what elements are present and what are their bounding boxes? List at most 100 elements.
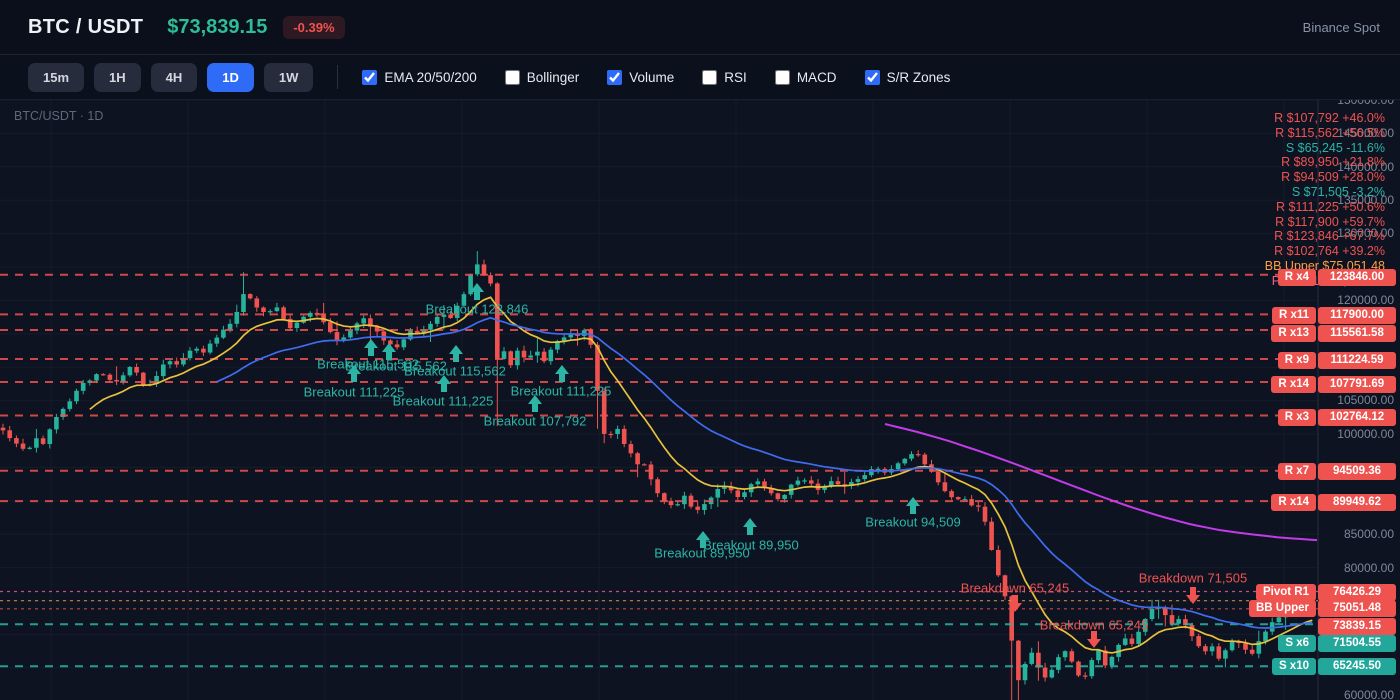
level-pill-value: 94509.36: [1318, 463, 1396, 480]
price-level-pill: Pivot R176426.29: [1256, 584, 1396, 601]
timeframe-button-1d[interactable]: 1D: [207, 63, 254, 92]
chart-area[interactable]: BTC/USDT · 1D 150000.00145000.00140000.0…: [0, 100, 1400, 700]
level-pill-tag: R x14: [1271, 494, 1316, 511]
price-axis-label: 85000.00: [1344, 527, 1394, 541]
price-level-pill: S x671504.55: [1278, 635, 1396, 652]
indicator-toggle-ema-20-50-200[interactable]: EMA 20/50/200: [362, 70, 476, 85]
trading-app: BTC / USDT $73,839.15 -0.39% Binance Spo…: [0, 0, 1400, 700]
price-level-pill: R x794509.36: [1278, 463, 1396, 480]
price-level-pill: R x4123846.00: [1278, 269, 1396, 286]
indicator-toggle-macd[interactable]: MACD: [775, 70, 837, 85]
timeframe-group: 15m 1H 4H 1D 1W: [28, 63, 313, 92]
level-pill-value: 111224.59: [1318, 352, 1396, 369]
indicator-checkbox-s-r-zones[interactable]: [865, 70, 880, 85]
price-level-pill: R x3102764.12: [1278, 409, 1396, 426]
breakdown-arrow-icon: [1087, 631, 1101, 648]
level-pill-tag: R x13: [1271, 325, 1316, 342]
indicator-toggle-rsi[interactable]: RSI: [702, 70, 747, 85]
timeframe-button-1h[interactable]: 1H: [94, 63, 141, 92]
indicator-label: EMA 20/50/200: [384, 70, 476, 85]
indicator-checkbox-rsi[interactable]: [702, 70, 717, 85]
price-level-pill: R x9111224.59: [1278, 352, 1396, 369]
level-pill-tag: S x10: [1272, 658, 1316, 675]
breakout-label: Breakout 111,225: [304, 385, 405, 400]
sr-legend-item: R $94,509 +28.0%: [1265, 170, 1385, 185]
change-badge: -0.39%: [283, 16, 344, 39]
timeframe-button-15m[interactable]: 15m: [28, 63, 84, 92]
indicator-toggle-volume[interactable]: Volume: [607, 70, 674, 85]
breakdown-label: Breakdown 71,505: [1139, 571, 1247, 586]
breakout-arrow-icon: [743, 518, 757, 535]
indicator-label: RSI: [724, 70, 747, 85]
breakout-label: Breakout 94,509: [865, 515, 960, 530]
breakout-label: Breakout 123,846: [426, 302, 529, 317]
breakout-arrow-icon: [364, 339, 378, 356]
price-level-pill: BB Upper75051.48: [1249, 600, 1396, 617]
exchange-label: Binance Spot: [1303, 20, 1380, 35]
price-level-pill: R x13115561.58: [1271, 325, 1396, 342]
level-pill-tag: BB Upper: [1249, 600, 1316, 617]
price-level-pill: R x14107791.69: [1271, 376, 1396, 393]
level-pill-value: 75051.48: [1318, 600, 1396, 617]
indicator-label: S/R Zones: [887, 70, 951, 85]
header: BTC / USDT $73,839.15 -0.39% Binance Spo…: [0, 0, 1400, 55]
sr-legend-item: R $117,900 +59.7%: [1265, 215, 1385, 230]
level-pill-tag: R x14: [1271, 376, 1316, 393]
indicator-checkbox-macd[interactable]: [775, 70, 790, 85]
breakout-label: Breakout 107,792: [484, 414, 587, 429]
price-level-pill: 73839.15: [1318, 618, 1396, 635]
sr-legend-item: S $71,505 -3.2%: [1265, 185, 1385, 200]
sr-legend-item: R $107,792 +46.0%: [1265, 111, 1385, 126]
level-pill-value: 89949.62: [1318, 494, 1396, 511]
sr-legend-item: R $89,950 +21.8%: [1265, 155, 1385, 170]
breakout-label: Breakout 115,562: [404, 364, 506, 379]
level-pill-tag: R x7: [1278, 463, 1316, 480]
price-axis-label: 60000.00: [1344, 688, 1394, 700]
level-pill-value: 115561.58: [1318, 325, 1396, 342]
sr-legend-item: R $123,846 +67.7%: [1265, 229, 1385, 244]
level-pill-value: 76426.29: [1318, 584, 1396, 601]
last-price: $73,839.15: [167, 16, 267, 39]
level-pill-value: 107791.69: [1318, 376, 1396, 393]
toolbar-divider: [337, 65, 338, 89]
indicator-toggle-s-r-zones[interactable]: S/R Zones: [865, 70, 951, 85]
breakout-label: Breakout 89,950: [654, 546, 749, 561]
breakout-arrow-icon: [906, 497, 920, 514]
level-pill-value: 65245.50: [1318, 658, 1396, 675]
level-pill-tag: R x11: [1272, 307, 1316, 324]
price-axis-label: 100000.00: [1337, 427, 1394, 441]
breakdown-label: Breakdown 65,245: [961, 581, 1069, 596]
indicator-group: EMA 20/50/200 Bollinger Volume RSI MACD S/R Z…: [362, 70, 978, 85]
chart-watermark: BTC/USDT · 1D: [14, 109, 103, 123]
price-axis-label: 150000.00: [1337, 100, 1394, 107]
sr-legend-item: R $115,562 +56.5%: [1265, 126, 1385, 141]
price-axis-label: 80000.00: [1344, 561, 1394, 575]
sr-legend-item: R $102,764 +39.2%: [1265, 244, 1385, 259]
level-pill-value: 73839.15: [1318, 618, 1396, 635]
indicator-checkbox-bollinger[interactable]: [505, 70, 520, 85]
timeframe-button-1w[interactable]: 1W: [264, 63, 314, 92]
level-pill-tag: R x3: [1278, 409, 1316, 426]
indicator-checkbox-volume[interactable]: [607, 70, 622, 85]
level-pill-tag: Pivot R1: [1256, 584, 1316, 601]
level-pill-value: 102764.12: [1318, 409, 1396, 426]
breakout-label: Breakout 111,225: [393, 394, 494, 409]
breakdown-label: Breakdown 65,245: [1040, 618, 1148, 633]
price-axis-label: 105000.00: [1337, 393, 1394, 407]
price-chart-svg[interactable]: [0, 100, 1400, 700]
sr-legend-item: S $65,245 -11.6%: [1265, 141, 1385, 156]
breakout-label: Breakout 111,225: [511, 384, 612, 399]
level-pill-value: 71504.55: [1318, 635, 1396, 652]
level-pill-tag: S x6: [1278, 635, 1316, 652]
level-pill-value: 117900.00: [1318, 307, 1396, 324]
level-pill-value: 123846.00: [1318, 269, 1396, 286]
sr-legend-item: R $111,225 +50.6%: [1265, 200, 1385, 215]
indicator-toggle-bollinger[interactable]: Bollinger: [505, 70, 580, 85]
indicator-checkbox-ema-20-50-200[interactable]: [362, 70, 377, 85]
price-level-pill: R x11117900.00: [1272, 307, 1396, 324]
symbol-title: BTC / USDT: [28, 16, 143, 39]
price-axis-label: 120000.00: [1337, 293, 1394, 307]
indicator-label: Volume: [629, 70, 674, 85]
toolbar: 15m 1H 4H 1D 1W EMA 20/50/200 Bollinger Volume…: [0, 55, 1400, 100]
timeframe-button-4h[interactable]: 4H: [151, 63, 198, 92]
